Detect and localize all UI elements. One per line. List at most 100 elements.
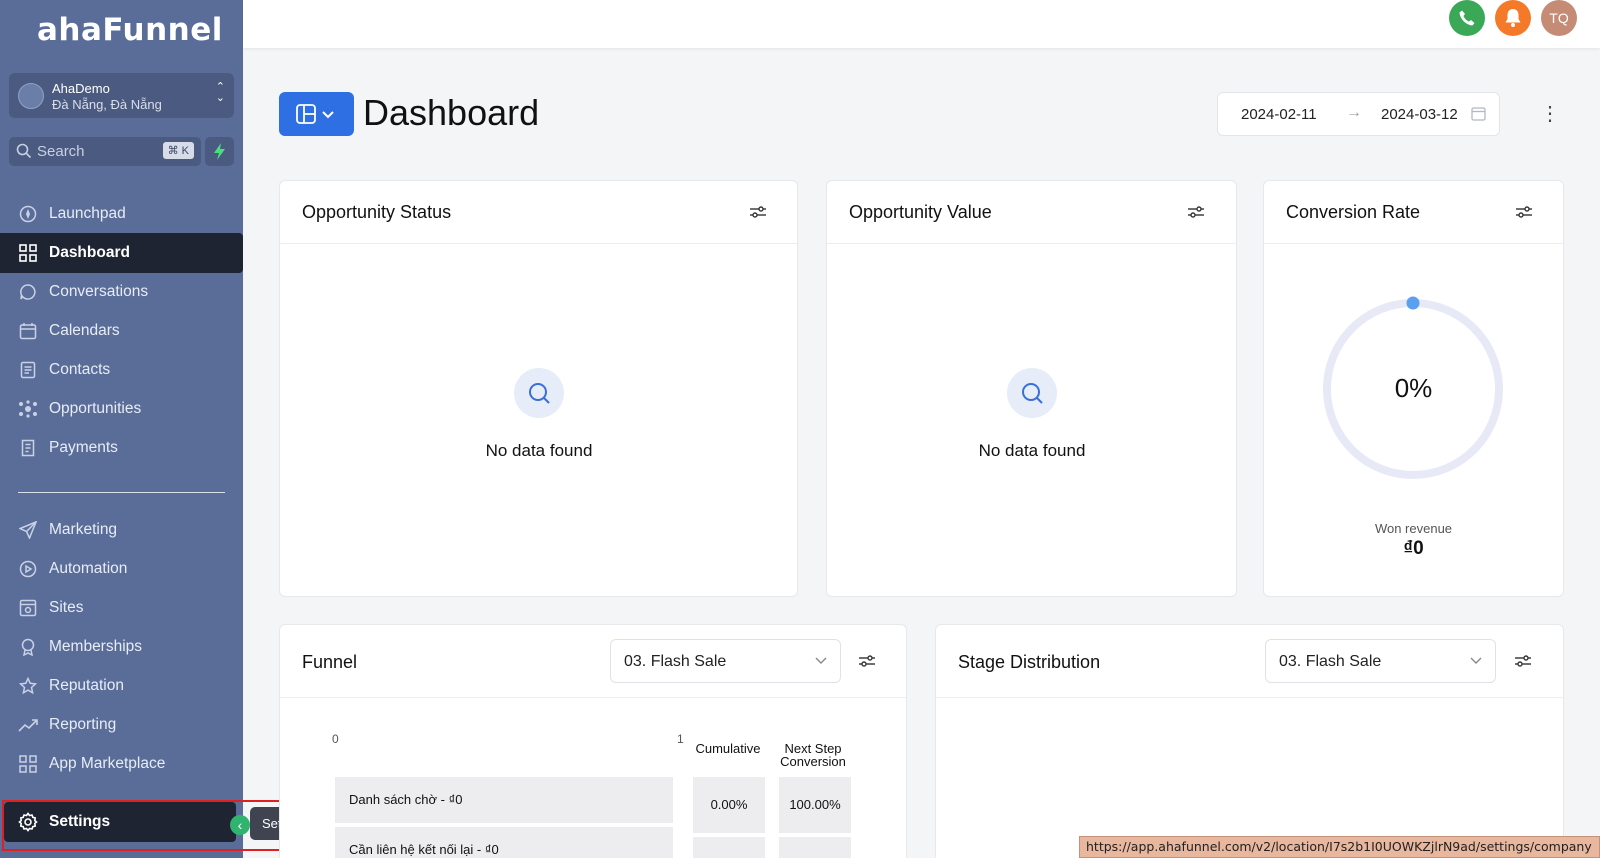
conversion-rate-value: 0% (1394, 373, 1433, 403)
location-name: AhaDemo (52, 81, 110, 96)
sidebar-item-label: Opportunities (49, 400, 142, 417)
layout-icon (296, 104, 316, 124)
pipeline-select[interactable]: 03. Flash Sale (1265, 639, 1496, 683)
sidebar-item-marketing[interactable]: Marketing (0, 510, 243, 550)
sidebar-item-sites[interactable]: Sites (0, 588, 243, 628)
badge-icon (18, 637, 38, 657)
chevron-down-icon (815, 657, 827, 664)
sidebar-item-label: Marketing (49, 521, 118, 538)
column-header-line: Conversion (780, 754, 846, 769)
sidebar-item-label: Memberships (49, 638, 143, 655)
chevron-updown-icon: ⌃ ⌄ (215, 81, 225, 104)
empty-state-text: No data found (978, 441, 1086, 460)
next-step-conversion-value: 0.00% (779, 837, 851, 858)
status-bar-url: https://app.ahafunnel.com/v2/location/I7… (1079, 836, 1600, 858)
apps-icon (18, 754, 38, 774)
search-input[interactable]: Search ⌘ K (9, 137, 201, 166)
date-range-picker[interactable]: 2024-02-11 → 2024-03-12 (1217, 92, 1500, 136)
funnel-axis-end: 1 (677, 732, 684, 746)
sidebar-item-dashboard[interactable]: Dashboard (0, 233, 243, 273)
sidebar-item-label: Calendars (49, 322, 120, 339)
rocket-icon (18, 204, 38, 224)
sidebar-item-calendars[interactable]: Calendars (0, 311, 243, 351)
sidebar-item-label: Payments (49, 439, 118, 456)
sidebar-item-label: Contacts (49, 361, 111, 378)
conversion-rate-card: Conversion Rate 0% Won revenue ₫0 (1263, 180, 1564, 597)
notifications-button[interactable] (1495, 0, 1531, 36)
filter-icon[interactable] (1515, 203, 1533, 221)
sidebar-item-label: App Marketplace (49, 755, 166, 772)
funnel-stage-bar[interactable]: Cần liên hệ kết nối lại - ₫0 (335, 827, 673, 858)
more-options-icon[interactable]: ⋮ (1540, 100, 1560, 128)
sidebar-item-label: Reporting (49, 716, 117, 733)
card-header: Funnel 03. Flash Sale (280, 625, 906, 698)
filter-icon[interactable] (858, 652, 876, 670)
funnel-card: Funnel 03. Flash Sale 0 1 Cumulative Nex… (279, 624, 907, 858)
location-avatar-icon (18, 83, 44, 109)
location-switcher[interactable]: AhaDemo Đà Nẵng, Đà Nẵng ⌃ ⌄ (9, 73, 234, 118)
collapse-sidebar-button[interactable]: ‹ (230, 815, 250, 835)
chat-icon (18, 282, 38, 302)
search-icon (514, 368, 564, 418)
receipt-icon (18, 438, 38, 458)
sidebar-item-label: Reputation (49, 677, 124, 694)
won-revenue-value: ₫0 (1403, 538, 1424, 559)
card-title: Opportunity Status (302, 202, 452, 222)
sidebar-item-opportunities[interactable]: Opportunities (0, 389, 243, 429)
quick-action-button[interactable] (205, 137, 234, 166)
sidebar-item-contacts[interactable]: Contacts (0, 350, 243, 390)
grid-icon (18, 243, 38, 263)
sidebar-item-label: Conversations (49, 283, 149, 300)
sidebar-item-label: Dashboard (49, 244, 130, 261)
card-title: Stage Distribution (958, 652, 1101, 672)
card-header: Opportunity Value (827, 181, 1236, 244)
contacts-icon (18, 360, 38, 380)
sites-icon (18, 598, 38, 618)
card-header: Stage Distribution 03. Flash Sale (936, 625, 1563, 698)
date-start: 2024-02-11 (1241, 106, 1317, 123)
sidebar-item-payments[interactable]: Payments (0, 428, 243, 468)
sidebar-divider (18, 492, 225, 493)
sidebar-item-app-marketplace[interactable]: App Marketplace (0, 744, 243, 784)
sidebar-item-conversations[interactable]: Conversations (0, 272, 243, 312)
column-header-cumulative: Cumulative (695, 741, 761, 756)
filter-icon[interactable] (1187, 203, 1205, 221)
column-header-next-step: Next Step Conversion (770, 742, 856, 768)
trend-icon (18, 715, 38, 735)
user-avatar[interactable]: TQ (1541, 0, 1577, 36)
top-header (243, 0, 1600, 48)
app-logo[interactable]: ahaFunnel (37, 12, 223, 48)
sidebar-item-reporting[interactable]: Reporting (0, 705, 243, 745)
card-header: Conversion Rate (1264, 181, 1563, 244)
sidebar-item-label: Launchpad (49, 205, 126, 222)
phone-button[interactable] (1449, 0, 1485, 36)
calendar-icon (1471, 107, 1486, 121)
next-step-conversion-value: 100.00% (779, 777, 851, 833)
sidebar-item-automation[interactable]: Automation (0, 549, 243, 589)
funnel-axis-start: 0 (332, 732, 339, 746)
card-title: Opportunity Value (849, 202, 992, 222)
sidebar-item-memberships[interactable]: Memberships (0, 627, 243, 667)
cumulative-value: 0.00% (693, 837, 765, 858)
sidebar-item-launchpad[interactable]: Launchpad (0, 194, 243, 234)
sidebar-item-reputation[interactable]: Reputation (0, 666, 243, 706)
sidebar-item-label: Sites (49, 599, 84, 616)
pipeline-select[interactable]: 03. Flash Sale (610, 639, 841, 683)
empty-state-text: No data found (485, 441, 593, 460)
arrow-right-icon: → (1346, 104, 1362, 121)
dashboard-switcher-button[interactable] (279, 92, 354, 136)
automation-icon (18, 559, 38, 579)
date-end: 2024-03-12 (1381, 106, 1458, 123)
phone-icon (1459, 10, 1475, 26)
funnel-stage-bar[interactable]: Danh sách chờ - ₫0 (335, 777, 673, 823)
opportunity-value-card: Opportunity Value No data found (826, 180, 1237, 597)
sidebar: ahaFunnel AhaDemo Đà Nẵng, Đà Nẵng ⌃ ⌄ Se… (0, 0, 243, 858)
filter-icon[interactable] (1514, 652, 1532, 670)
search-icon (16, 143, 32, 159)
card-header: Opportunity Status (280, 181, 797, 244)
star-icon (18, 676, 38, 696)
sidebar-item-label: Automation (49, 560, 128, 577)
filter-icon[interactable] (749, 203, 767, 221)
search-icon (1007, 368, 1057, 418)
lightning-icon (214, 143, 225, 160)
